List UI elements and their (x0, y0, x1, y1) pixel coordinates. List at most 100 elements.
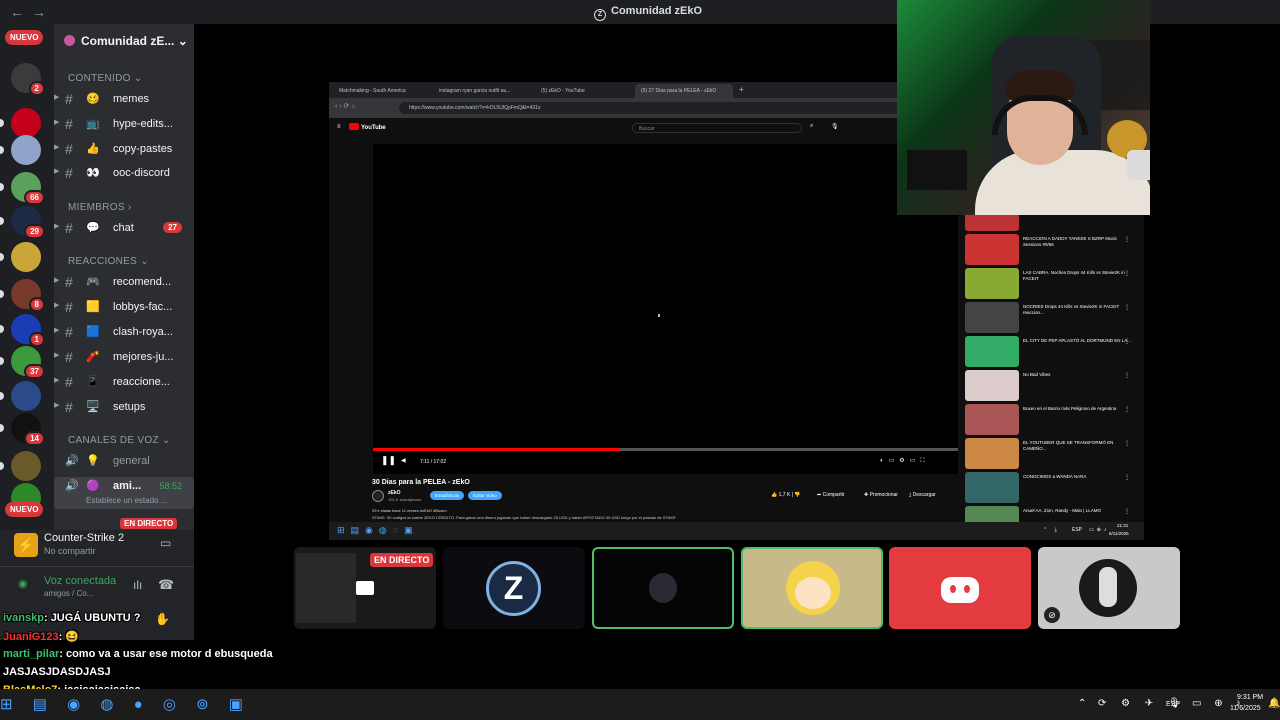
recommended-video[interactable]: LAS CABRA. Noches Drops 44 Kills vs Stev… (965, 268, 1140, 300)
channel-avatar[interactable] (372, 490, 384, 502)
server-icon[interactable]: 8 (11, 279, 45, 312)
stream-tile-user-dark[interactable] (592, 547, 734, 629)
server-icon[interactable]: 14 (11, 413, 45, 446)
soundboard-icon[interactable]: ılı (133, 578, 142, 592)
disconnect-icon[interactable]: ☎ (158, 577, 174, 593)
tray-time[interactable]: 9:31 PM (1237, 694, 1263, 701)
channel-memes[interactable]: ▶ # 🥴 memes (54, 90, 194, 110)
browser-nav-icons[interactable]: ‹ › ⟳ ⌂ (335, 102, 356, 110)
video-progress-bar[interactable] (373, 448, 958, 451)
channel-sidebar: Comunidad zE... ⌄ CONTENIDO ⌄ MIEMBROS ›… (54, 24, 194, 534)
tray-date[interactable]: 11/6/2025 (1230, 705, 1261, 712)
channel-hypeedits[interactable]: ▶ # 📺 hype-edits... (54, 115, 194, 135)
stats-button[interactable]: Estadísticas (430, 491, 465, 500)
stream-tile-anime[interactable] (741, 547, 883, 629)
search-icon[interactable]: ⌕ (810, 123, 813, 130)
notification-bell-icon[interactable]: 🔔 (1268, 698, 1280, 709)
voice-channel-general[interactable]: 🔊 💡 general (54, 452, 194, 472)
server-name-header[interactable]: Comunidad zE... ⌄ (64, 34, 188, 48)
category-reacciones[interactable]: REACCIONES ⌄ (68, 256, 149, 267)
server-icon[interactable] (11, 135, 41, 165)
menu-icon[interactable]: ≡ (337, 124, 341, 130)
channel-name: setups (113, 401, 146, 413)
chat-text: : 😆 (58, 631, 80, 643)
channel-emoji-icon: 🥴 (86, 93, 100, 105)
channel-clashroya[interactable]: ▶ # 🟦 clash-roya... (54, 323, 194, 343)
stream-tile-screen[interactable]: EN DIRECTO (294, 547, 436, 629)
browser-tab[interactable]: Matchmaking - South America (333, 84, 431, 98)
recommended-video[interactable]: EL YOUTUBER QUE SE TRANSFORMÓ EN CAMEÑO.… (965, 438, 1140, 470)
channel-chat[interactable]: ▶ # 💬 chat 27 (54, 219, 194, 239)
channel-oocdiscord[interactable]: ▶ # 👀 ooc-discord (54, 164, 194, 184)
channel-name[interactable]: zEkO (388, 490, 401, 496)
recommended-video[interactable]: NOCRIES Drops 44 Kills vs Stevie2K in FA… (965, 302, 1140, 334)
browser-tab[interactable]: (5) zEkO - YouTube (535, 84, 631, 98)
more-options-icon[interactable]: ⋮ (1124, 304, 1130, 311)
promote-button[interactable]: ✚ Promocionar (864, 492, 898, 498)
recommended-video[interactable]: No Bad Vibes ⋮ (965, 370, 1140, 402)
volume-icon[interactable]: ◀ (401, 457, 406, 464)
channel-emoji-icon: 👍 (86, 143, 100, 155)
stream-tile-discord[interactable] (889, 547, 1031, 629)
server-icon[interactable]: 37 (11, 346, 45, 379)
unread-badge: 2 (28, 81, 45, 96)
server-icon[interactable]: 1 (11, 314, 45, 347)
channel-recomend[interactable]: ▶ # 🎮 recomend... (54, 273, 194, 293)
channel-copypastes[interactable]: ▶ # 👍 copy-pastes (54, 140, 194, 160)
stream-tile-muted-user[interactable]: ⊘ (1038, 547, 1180, 629)
category-canales-de-voz[interactable]: CANALES DE VOZ ⌄ (68, 435, 171, 446)
like-button[interactable]: 👍 1,7 K | 👎 (771, 492, 801, 498)
browser-tab-active[interactable]: (5) 27 Días para la PELEA - zEkO (635, 84, 733, 98)
channel-mejoresju[interactable]: ▶ # 🧨 mejores-ju... (54, 348, 194, 368)
category-miembros[interactable]: MIEMBROS › (68, 202, 132, 213)
server-icon[interactable] (11, 381, 41, 411)
more-options-icon[interactable]: ⋮ (1124, 508, 1130, 515)
recommended-video[interactable]: EL CITY DE PEP APLASTÓ AL DORTMUND EN LA… (965, 336, 1140, 368)
stream-tile-zeko[interactable]: Z (443, 547, 585, 629)
recommended-video[interactable]: Boxeo en el Barrio más Peligroso de Arge… (965, 404, 1140, 436)
forward-arrow-icon[interactable]: → (32, 4, 46, 20)
download-button[interactable]: ⤓ Descargar (909, 492, 936, 498)
browser-tab[interactable]: instagram ryan garcia outfit au... (433, 84, 531, 98)
player-settings-icons[interactable]: ◐▭⚙▭⛶ (880, 457, 930, 465)
more-options-icon[interactable]: ⋮ (1124, 270, 1130, 277)
more-options-icon[interactable]: ⋮ (1124, 338, 1130, 345)
more-options-icon[interactable]: ⋮ (1124, 406, 1130, 413)
server-icon[interactable]: 2 (11, 63, 45, 96)
server-icon[interactable] (11, 451, 41, 481)
server-icon[interactable]: 29 (11, 206, 45, 239)
tray-chevron-icon[interactable]: ⌃ (1078, 698, 1086, 709)
server-icon[interactable] (11, 108, 41, 138)
voice-channel-amigos[interactable]: 🔊 🟣 ami... 58:52 Establece un estado ... (54, 477, 194, 509)
youtube-logo[interactable]: YouTube (349, 123, 386, 131)
category-contenido[interactable]: CONTENIDO ⌄ (68, 73, 142, 84)
new-badge: NUEVO (5, 30, 44, 45)
recommended-video[interactable]: REACCION A DADDY YANKEE S BZRP Music Ses… (965, 234, 1140, 266)
more-options-icon[interactable]: ⋮ (1124, 236, 1130, 243)
video-player[interactable] (373, 144, 958, 474)
more-options-icon[interactable]: ⋮ (1124, 372, 1130, 379)
more-options-icon[interactable]: ⋮ (1124, 440, 1130, 447)
mic-icon[interactable]: 🎙 (831, 123, 839, 130)
streamer-hoodie (975, 150, 1150, 215)
back-arrow-icon[interactable]: ← (10, 4, 24, 20)
taskbar-app-icons[interactable]: ⊞ ▤ ◉ ◍ ● ◎ ⊚ ▣ (0, 695, 251, 713)
channel-name: mejores-ju... (113, 351, 174, 363)
share-button[interactable]: ➦ Compartir (817, 492, 845, 498)
pause-icon[interactable]: ❚❚ (381, 455, 396, 466)
channel-name: general (113, 455, 150, 467)
channel-setups[interactable]: ▶ # 🖥️ setups (54, 398, 194, 418)
edit-video-button[interactable]: Editar video (468, 491, 502, 500)
channel-lobbysfac[interactable]: ▶ # 🟨 lobbys-fac... (54, 298, 194, 318)
recommended-video[interactable]: CONOCIMOS a WANDA NARA ⋮ (965, 472, 1140, 504)
unread-dot (0, 424, 4, 432)
tray-language[interactable]: ESP (1166, 701, 1180, 708)
server-icon[interactable] (11, 242, 41, 272)
stream-icon[interactable]: ▭ (160, 536, 171, 550)
youtube-search-input[interactable]: Buscar (632, 123, 802, 133)
server-icon[interactable]: 66 (11, 172, 45, 205)
more-options-icon[interactable]: ⋮ (1124, 474, 1130, 481)
channel-reaccione[interactable]: ▶ # 📱 reaccione... (54, 373, 194, 393)
channel-name: memes (113, 93, 150, 105)
new-tab-icon[interactable]: + (739, 85, 744, 94)
